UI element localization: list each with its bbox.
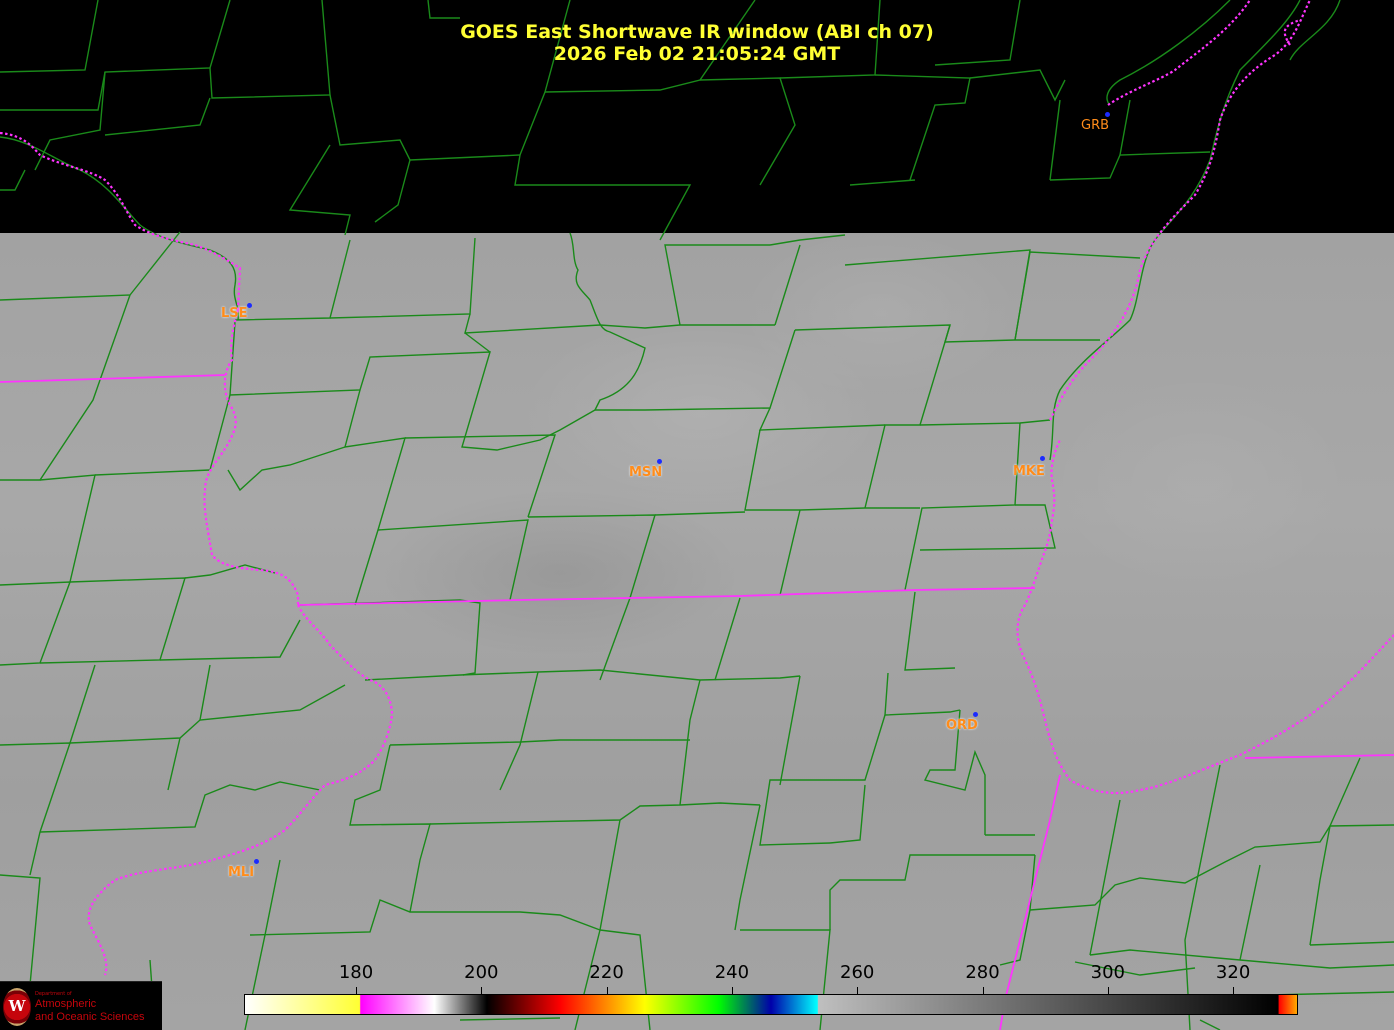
colorbar-tick-label: 280 (965, 962, 1000, 983)
colorbar-tick-mark (1107, 987, 1109, 994)
colorbar-tick-mark (857, 987, 859, 994)
colorbar-gradient (244, 994, 1298, 1015)
temperature-colorbar: 180 200 220 240 260 280 300 320 (244, 960, 1298, 1016)
station-dot (973, 712, 978, 717)
station-dot (657, 459, 662, 464)
station-dot (254, 859, 259, 864)
colorbar-tick-mark (1233, 987, 1235, 994)
station-dot (1040, 456, 1045, 461)
colorbar-tick-mark (982, 987, 984, 994)
colorbar-tick-mark (606, 987, 608, 994)
colorbar-tick-mark (731, 987, 733, 994)
colorbar-tick-label: 320 (1215, 962, 1251, 983)
colorbar-tick-mark (481, 987, 483, 994)
state-lines-solid (0, 374, 1394, 1030)
colorbar-tick-mark (356, 987, 357, 994)
station-label-mli: MLI (228, 865, 255, 880)
station-label-lse: LSE (221, 306, 248, 321)
logo-line-2: and Oceanic Sciences (35, 1011, 145, 1023)
logo-dept-text: Department of (35, 991, 72, 997)
county-boundaries (0, 0, 1394, 1030)
colorbar-tick-label: 220 (589, 962, 624, 983)
uw-aos-logo: W Department of Atmospheric and Oceanic … (0, 981, 162, 1030)
colorbar-tick-label: 260 (840, 962, 875, 983)
logo-line-1: Atmospheric (35, 998, 97, 1010)
colorbar-tick-label: 300 (1090, 962, 1125, 983)
station-dot (1105, 112, 1110, 117)
state-boundaries (0, 0, 1394, 976)
station-label-msn: MSN (629, 465, 663, 480)
station-label-mke: MKE (1013, 464, 1045, 479)
satellite-image-viewer: GOES East Shortwave IR window (ABI ch 07… (0, 0, 1394, 1030)
station-label-grb: GRB (1081, 118, 1110, 133)
colorbar-tick-label: 240 (714, 962, 750, 983)
image-timestamp: 2026 Feb 02 21:05:24 GMT (553, 43, 841, 65)
map-overlay (0, 0, 1394, 1030)
image-title: GOES East Shortwave IR window (ABI ch 07… (460, 21, 934, 43)
station-label-ord: ORD (946, 718, 978, 733)
colorbar-tick-label: 200 (464, 962, 499, 983)
uw-crest-icon: W (3, 988, 31, 1026)
colorbar-tick-label: 180 (338, 962, 374, 983)
